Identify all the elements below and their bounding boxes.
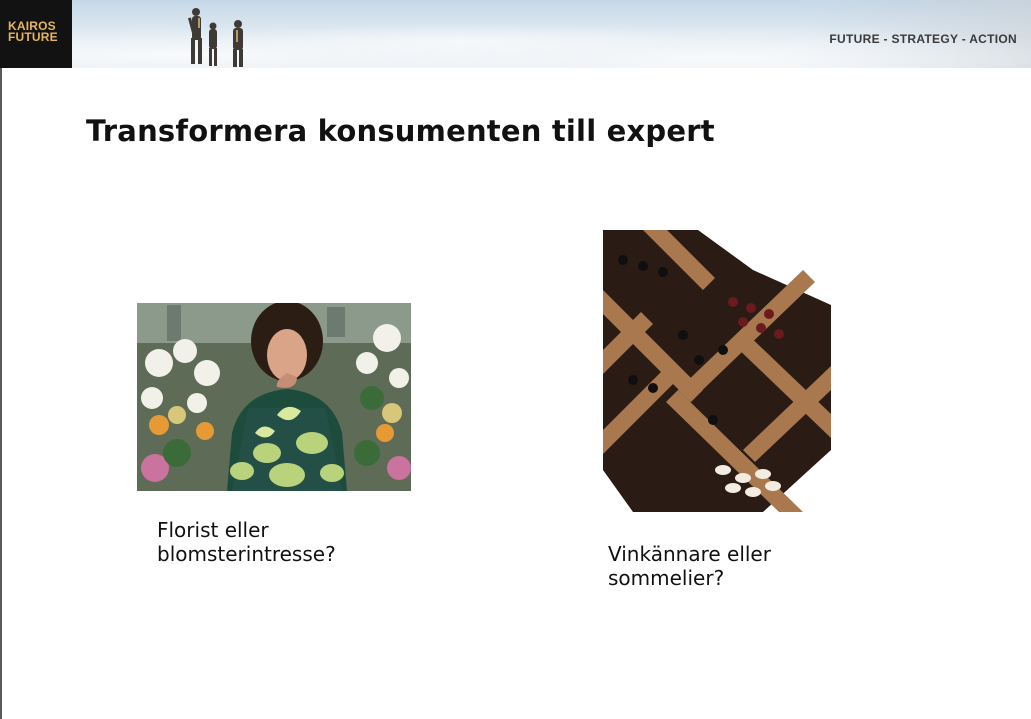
kairos-future-logo: KAIROS FUTURE [0,0,72,68]
statue-figures-icon [188,8,243,67]
florist-caption: Florist eller blomsterintresse? [157,518,336,566]
wine-caption-line-2: sommelier? [608,566,725,590]
florist-caption-line-2: blomsterintresse? [157,542,336,566]
florist-photo-icon [137,303,411,491]
wine-caption: Vinkännare eller sommelier? [608,542,771,590]
slide-left-border [0,0,2,719]
wine-rack-photo-icon [603,230,831,512]
header-banner: KAIROS FUTURE FUTURE - STRATEGY - ACTION [0,0,1031,68]
logo-line-2: FUTURE [8,30,58,44]
header-tagline: FUTURE - STRATEGY - ACTION [829,32,1017,46]
florist-caption-line-1: Florist eller [157,518,269,542]
wine-caption-line-1: Vinkännare eller [608,542,771,566]
slide-title: Transformera konsumenten till expert [86,114,715,148]
